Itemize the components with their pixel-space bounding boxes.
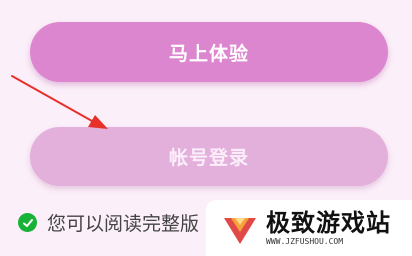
agreement-text: 您可以阅读完整版 (47, 213, 200, 235)
site-watermark: 极致游戏站 WWW.JZFUSHOU.COM (206, 200, 412, 256)
try-now-button[interactable]: 马上体验 (30, 22, 388, 82)
account-login-button[interactable]: 帐号登录 (30, 127, 388, 186)
check-circle-icon[interactable] (18, 213, 37, 232)
site-logo-icon (224, 218, 256, 244)
agreement-row: 您可以阅读完整版 《用 (18, 209, 237, 236)
watermark-url: WWW.JZFUSHOU.COM (266, 237, 344, 246)
watermark-title: 极致游戏站 (266, 209, 391, 237)
